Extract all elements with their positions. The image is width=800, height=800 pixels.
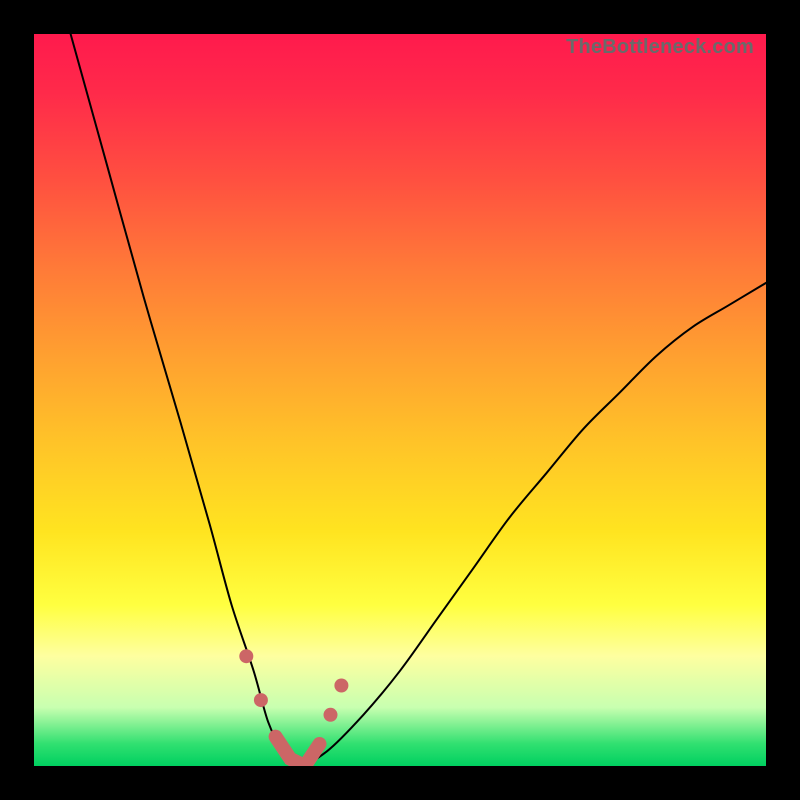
marker-dot xyxy=(324,708,338,722)
marker-pill xyxy=(276,737,320,766)
chart-svg xyxy=(34,34,766,766)
marker-dot xyxy=(334,679,348,693)
chart-frame: TheBottleneck.com xyxy=(0,0,800,800)
bottleneck-curve xyxy=(71,34,766,766)
plot-area: TheBottleneck.com xyxy=(34,34,766,766)
marker-dot xyxy=(239,649,253,663)
highlighted-points xyxy=(239,649,348,766)
marker-dot xyxy=(254,693,268,707)
